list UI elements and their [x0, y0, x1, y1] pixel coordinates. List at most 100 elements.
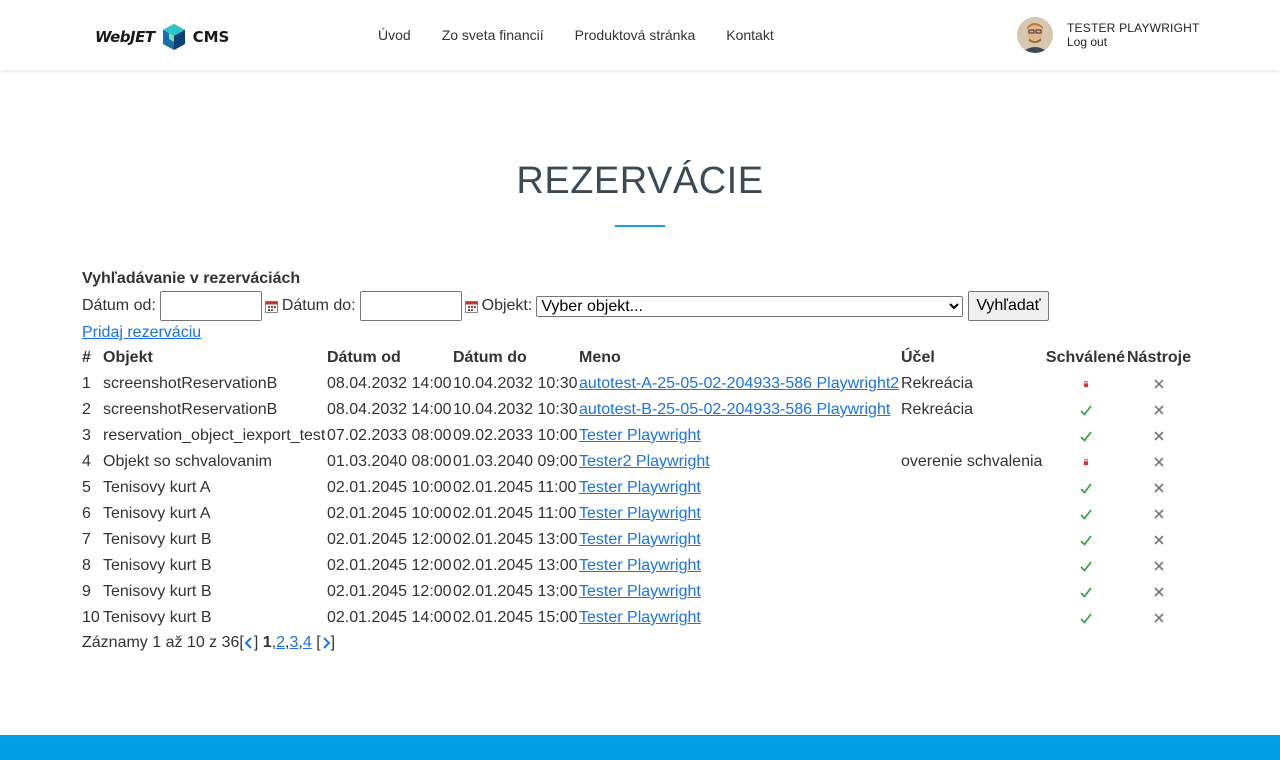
row-meno-cell: Tester Playwright	[579, 475, 901, 501]
row-meno-link[interactable]: Tester Playwright	[579, 583, 701, 600]
row-datum-od: 02.01.2045 10:00	[327, 479, 452, 496]
chevron-left-icon[interactable]	[244, 636, 254, 650]
logo-cms: CMS	[192, 28, 230, 46]
row-schvalene	[1045, 605, 1126, 631]
webjet-logo[interactable]: WebJET CMS	[95, 22, 229, 52]
approved-check-icon	[1079, 405, 1092, 416]
row-schvalene	[1045, 475, 1126, 501]
row-datum-do: 02.01.2045 11:00	[453, 505, 577, 522]
row-datum-do: 02.01.2045 11:00	[453, 479, 577, 496]
delete-icon[interactable]	[1153, 560, 1165, 572]
delete-icon[interactable]	[1153, 534, 1165, 546]
delete-icon[interactable]	[1153, 482, 1165, 494]
reservations-table: # Objekt Dátum od Dátum do Meno Účel Sch…	[82, 345, 1192, 631]
avatar[interactable]	[1017, 17, 1053, 53]
row-schvalene	[1045, 371, 1126, 397]
row-ucel	[901, 475, 1045, 501]
nav-item-kontakt[interactable]: Kontakt	[726, 27, 773, 43]
row-meno-link[interactable]: Tester Playwright	[579, 531, 701, 548]
row-schvalene	[1045, 449, 1126, 475]
delete-icon[interactable]	[1153, 586, 1165, 598]
row-meno-link[interactable]: Tester Playwright	[579, 505, 701, 522]
col-header-meno: Meno	[579, 349, 621, 366]
row-ucel	[901, 605, 1045, 631]
delete-icon[interactable]	[1153, 430, 1165, 442]
date-to-label: Dátum do:	[281, 297, 356, 314]
row-meno-link[interactable]: Tester2 Playwright	[579, 453, 710, 470]
row-datum-od: 02.01.2045 10:00	[327, 505, 452, 522]
object-label: Objekt:	[481, 297, 533, 314]
date-from-input[interactable]	[159, 291, 262, 321]
site-header: WebJET CMS Úvod Zo sveta financií Produk…	[0, 0, 1280, 70]
row-objekt: Tenisovy kurt B	[103, 557, 212, 574]
col-header-schvalene: Schválené	[1045, 349, 1126, 366]
row-datum-od: 07.02.2033 08:00	[327, 427, 452, 444]
row-ucel: Rekreácia	[901, 401, 974, 418]
row-datum-od: 02.01.2045 12:00	[327, 583, 452, 600]
row-ucel	[901, 553, 1045, 579]
row-datum-do: 02.01.2045 13:00	[453, 557, 578, 574]
row-meno-link[interactable]: Tester Playwright	[579, 609, 701, 626]
table-row: 5 Tenisovy kurt A 02.01.2045 10:00 02.01.20…	[82, 475, 1192, 501]
row-ucel	[901, 501, 1045, 527]
delete-icon[interactable]	[1153, 404, 1165, 416]
row-meno-link[interactable]: Tester Playwright	[579, 427, 701, 444]
row-meno-link[interactable]: autotest-A-25-05-02-204933-586 Playwrigh…	[579, 375, 899, 392]
user-menu: TESTER PLAYWRIGHT Log out	[1017, 17, 1200, 53]
pager-page-link[interactable]: 4	[303, 634, 312, 652]
row-datum-do: 10.04.2032 10:30	[453, 375, 578, 392]
table-row: 8 Tenisovy kurt B 02.01.2045 12:00 02.01.20…	[82, 553, 1192, 579]
logout-link[interactable]: Log out	[1067, 35, 1200, 49]
search-heading: Vyhľadávanie v rezerváciách	[82, 270, 301, 287]
pager-current-page: 1	[262, 634, 272, 651]
search-button[interactable]: Vyhľadať	[968, 291, 1049, 321]
table-row: 6 Tenisovy kurt A 02.01.2045 10:00 02.01.20…	[82, 501, 1192, 527]
add-reservation-link[interactable]: Pridaj rezerváciu	[82, 324, 201, 342]
pager-page-link[interactable]: 3	[289, 634, 298, 652]
delete-icon[interactable]	[1153, 508, 1165, 520]
approved-check-icon	[1079, 613, 1092, 624]
object-select[interactable]: Vyber objekt...	[536, 295, 964, 317]
nav-item-produktova-stranka[interactable]: Produktová stránka	[575, 27, 696, 43]
row-ucel	[901, 527, 1045, 553]
row-meno-cell: Tester Playwright	[579, 579, 901, 605]
site-footer	[0, 735, 1280, 760]
row-ucel: Rekreácia	[901, 375, 974, 392]
row-meno-link[interactable]: autotest-B-25-05-02-204933-586 Playwrigh…	[579, 401, 890, 418]
row-schvalene	[1045, 397, 1126, 423]
row-number: 10	[82, 609, 100, 626]
row-nastroje	[1126, 449, 1192, 475]
delete-icon[interactable]	[1153, 378, 1165, 390]
row-number: 1	[82, 375, 91, 392]
pager-page-link[interactable]: 2	[276, 634, 285, 652]
table-row: 9 Tenisovy kurt B 02.01.2045 12:00 02.01.20…	[82, 579, 1192, 605]
row-number: 3	[82, 427, 91, 444]
search-form: Dátum od: Dátum do: Objekt: Vyber objekt…	[82, 291, 1049, 321]
row-meno-cell: autotest-A-25-05-02-204933-586 Playwrigh…	[579, 371, 901, 397]
delete-icon[interactable]	[1153, 456, 1165, 468]
row-nastroje	[1126, 423, 1192, 449]
row-number: 7	[82, 531, 91, 548]
pending-lock-icon	[1083, 458, 1088, 465]
pagination: Záznamy 1 až 10 z 36 [ ] 1 , 2 , 3 , 4 […	[82, 634, 336, 652]
row-meno-link[interactable]: Tester Playwright	[579, 557, 701, 574]
calendar-icon[interactable]	[264, 301, 278, 313]
row-datum-do: 02.01.2045 15:00	[453, 609, 578, 626]
row-nastroje	[1126, 475, 1192, 501]
nav-item-zo-sveta-financii[interactable]: Zo sveta financií	[442, 27, 544, 43]
date-to-input[interactable]	[359, 291, 462, 321]
row-objekt: screenshotReservationB	[103, 401, 278, 418]
row-nastroje	[1126, 501, 1192, 527]
row-meno-link[interactable]: Tester Playwright	[579, 479, 701, 496]
calendar-icon[interactable]	[464, 301, 478, 313]
table-row: 3 reservation_object_iexport_test 07.02.20…	[82, 423, 1192, 449]
nav-item-uvod[interactable]: Úvod	[378, 27, 411, 43]
row-nastroje	[1126, 579, 1192, 605]
approved-check-icon	[1079, 535, 1092, 546]
row-number: 9	[82, 583, 91, 600]
delete-icon[interactable]	[1153, 612, 1165, 624]
user-avatar-icon	[1017, 17, 1053, 53]
chevron-right-icon[interactable]	[321, 636, 331, 650]
approved-check-icon	[1079, 483, 1092, 494]
logo-text: WebJET	[95, 28, 155, 46]
